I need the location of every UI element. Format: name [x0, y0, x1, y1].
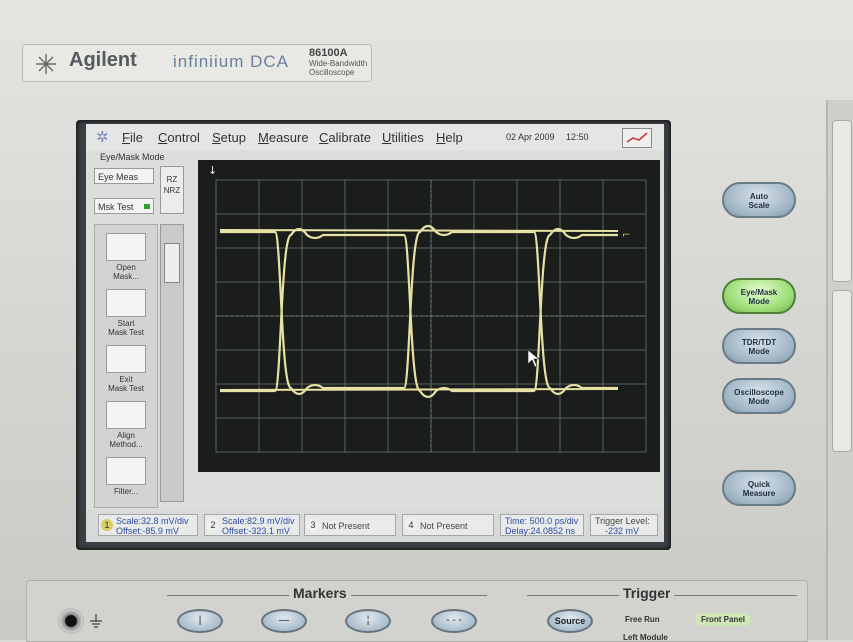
- model-number: 86100A: [309, 47, 348, 59]
- free-run-label: Free Run: [625, 615, 660, 624]
- exit-mask-test-tool[interactable]: Exit Mask Test: [99, 345, 153, 393]
- ground-jack[interactable]: [58, 608, 84, 634]
- minimize-display-button[interactable]: [622, 128, 652, 148]
- scrollbar-thumb[interactable]: [164, 243, 180, 283]
- trigger-title: Trigger: [619, 585, 675, 601]
- trigger-readout[interactable]: Trigger Level: -232 mV: [590, 514, 658, 536]
- tool-panel: Open Mask... Start Mask Test Exit Mask T…: [94, 224, 158, 508]
- mode-label: Eye/Mask Mode: [100, 152, 165, 162]
- waveform-display[interactable]: ⌐ ↓: [198, 160, 660, 472]
- front-panel-label[interactable]: Front Panel: [695, 613, 752, 626]
- agilent-spark-logo: [36, 54, 56, 74]
- menu-calibrate[interactable]: Calibrate: [319, 130, 371, 145]
- timebase-delay: Delay:24.0852 ns: [505, 526, 576, 536]
- date-readout: 02 Apr 2009: [506, 132, 555, 142]
- time-readout: 12:50: [566, 132, 589, 142]
- align-method-icon: [106, 401, 146, 429]
- status-bar: 1 Scale:32.8 mV/div Offset:-85.9 mV 2 Sc…: [86, 510, 664, 542]
- model-description: Wide-Bandwidth Oscilloscope: [309, 59, 368, 77]
- left-module-label: Left Module: [623, 633, 668, 642]
- markers-title: Markers: [289, 585, 351, 601]
- align-method-tool[interactable]: Align Method...: [99, 401, 153, 449]
- menu-setup[interactable]: Setup: [212, 130, 246, 145]
- channel-1-offset: Offset:-85.9 mV: [116, 526, 179, 536]
- mask-test-button[interactable]: Msk Test: [94, 198, 154, 214]
- timebase-readout[interactable]: Time: 500.0 ps/div Delay:24.0852 ns: [500, 514, 584, 536]
- eye-low-level: [219, 388, 619, 391]
- exit-mask-icon: [106, 345, 146, 373]
- brand-name: Agilent: [69, 49, 137, 71]
- marker-3-button[interactable]: ¦: [345, 609, 391, 633]
- channel-2-readout[interactable]: 2 Scale:82.9 mV/div Offset:-323.1 mV: [204, 514, 300, 536]
- menu-measure[interactable]: Measure: [258, 130, 309, 145]
- channel-1-scale: Scale:32.8 mV/div: [116, 516, 189, 526]
- trigger-source-button[interactable]: Source: [547, 609, 593, 633]
- channel-2-badge: 2: [207, 519, 219, 531]
- time-reference-marker: ↓: [208, 164, 217, 177]
- menu-control[interactable]: Control: [158, 130, 200, 145]
- marker-2-button[interactable]: —: [261, 609, 307, 633]
- quick-measure-button[interactable]: Quick Measure: [722, 470, 796, 506]
- eye-mask-mode-button[interactable]: Eye/Mask Mode: [722, 278, 796, 314]
- trigger-level-value: -232 mV: [605, 526, 640, 536]
- filter-tool[interactable]: Filter...: [99, 457, 153, 496]
- right-module-strip: [826, 100, 853, 640]
- nrz-toggle[interactable]: RZ NRZ: [160, 166, 184, 214]
- minimize-waveform-icon: [626, 132, 648, 143]
- eye-diagram-plot: ⌐↓: [208, 164, 647, 453]
- tool-scrollbar[interactable]: [160, 224, 184, 502]
- trigger-level-label: Trigger Level:: [595, 516, 650, 526]
- channel-4-badge: 4: [405, 519, 417, 531]
- module-slot: [832, 290, 852, 452]
- front-panel-controls: Markers Trigger | — ¦ - - - Source Free …: [26, 580, 808, 642]
- menu-utilities[interactable]: Utilities: [382, 130, 424, 145]
- filter-icon: [106, 457, 146, 485]
- tdr-tdt-mode-button[interactable]: TDR/TDT Mode: [722, 328, 796, 364]
- eye-high-level: [219, 229, 619, 232]
- ground-icon: [90, 614, 102, 628]
- channel-3-status: Not Present: [322, 521, 370, 531]
- marker-4-button[interactable]: - - -: [431, 609, 477, 633]
- timebase-scale: Time: 500.0 ps/div: [505, 516, 579, 526]
- eye-trace-b: [220, 227, 618, 399]
- start-mask-test-tool[interactable]: Start Mask Test: [99, 289, 153, 337]
- agilent-spark-icon: ✲: [96, 129, 109, 146]
- menu-help[interactable]: Help: [436, 130, 463, 145]
- channel-3-readout[interactable]: 3 Not Present: [304, 514, 396, 536]
- product-name: infiniium DCA: [173, 52, 289, 71]
- eye-trace-a: [220, 224, 618, 396]
- channel-4-status: Not Present: [420, 521, 468, 531]
- screen: ✲ File Control Setup Measure Calibrate U…: [86, 124, 664, 542]
- channel-1-readout[interactable]: 1 Scale:32.8 mV/div Offset:-85.9 mV: [98, 514, 198, 536]
- brand-plate: Agilent infiniium DCA 86100A Wide-Bandwi…: [22, 44, 372, 82]
- channel-4-readout[interactable]: 4 Not Present: [402, 514, 494, 536]
- channel-3-badge: 3: [307, 519, 319, 531]
- open-mask-tool[interactable]: Open Mask...: [99, 233, 153, 281]
- oscilloscope-mode-button[interactable]: Oscilloscope Mode: [722, 378, 796, 414]
- channel-1-badge: 1: [101, 519, 113, 531]
- menu-bar: ✲ File Control Setup Measure Calibrate U…: [86, 124, 664, 150]
- open-mask-icon: [106, 233, 146, 261]
- trigger-level-marker: ⌐: [622, 230, 630, 241]
- marker-1-button[interactable]: |: [177, 609, 223, 633]
- module-slot: [832, 120, 852, 282]
- start-mask-icon: [106, 289, 146, 317]
- auto-scale-button[interactable]: Auto Scale: [722, 182, 796, 218]
- eye-meas-button[interactable]: Eye Meas: [94, 168, 154, 184]
- channel-2-offset: Offset:-323.1 mV: [222, 526, 290, 536]
- channel-2-scale: Scale:82.9 mV/div: [222, 516, 295, 526]
- menu-file[interactable]: File: [122, 130, 143, 145]
- status-led: [144, 204, 150, 209]
